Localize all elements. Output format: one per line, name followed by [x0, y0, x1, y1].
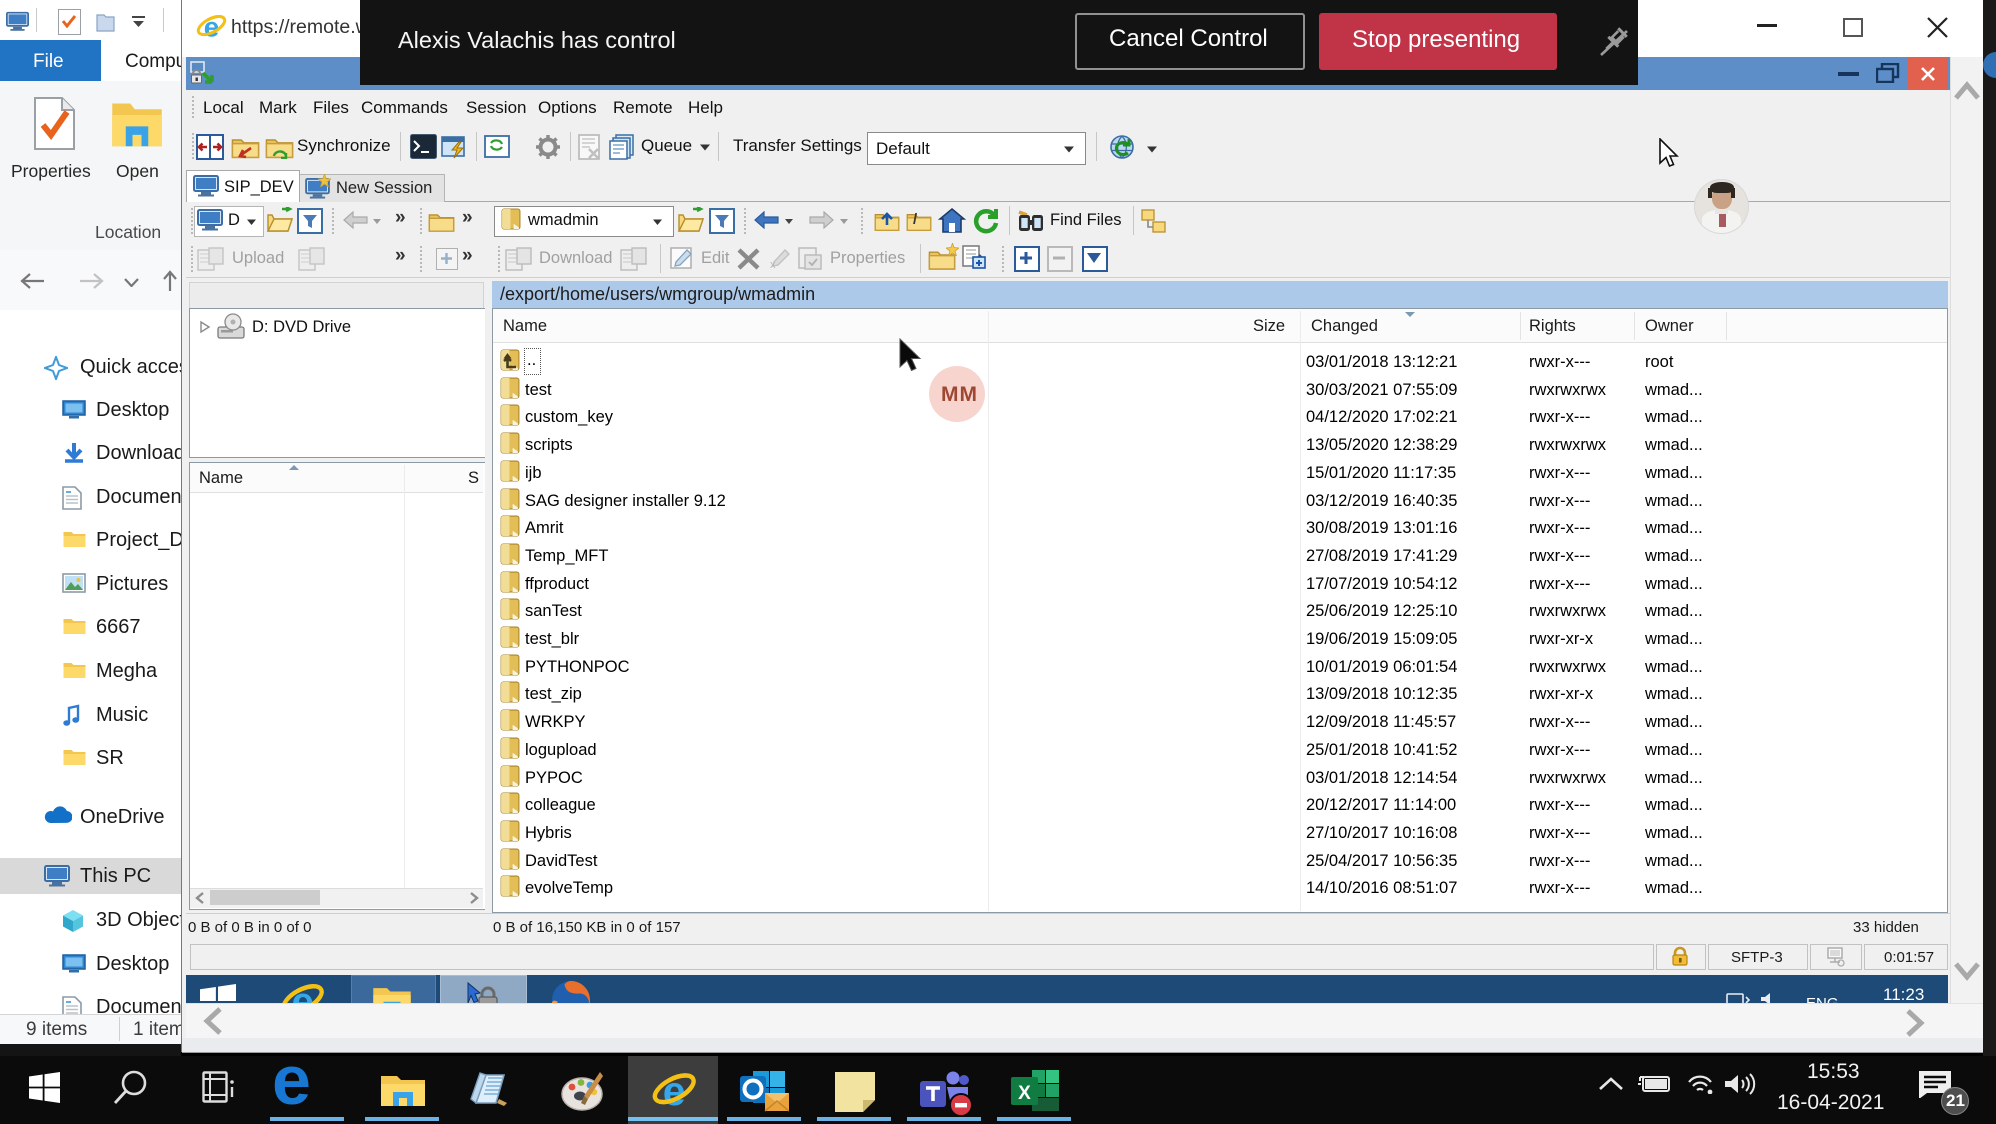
- svg-text:X: X: [1018, 1083, 1031, 1104]
- svg-text:x: x: [770, 259, 776, 271]
